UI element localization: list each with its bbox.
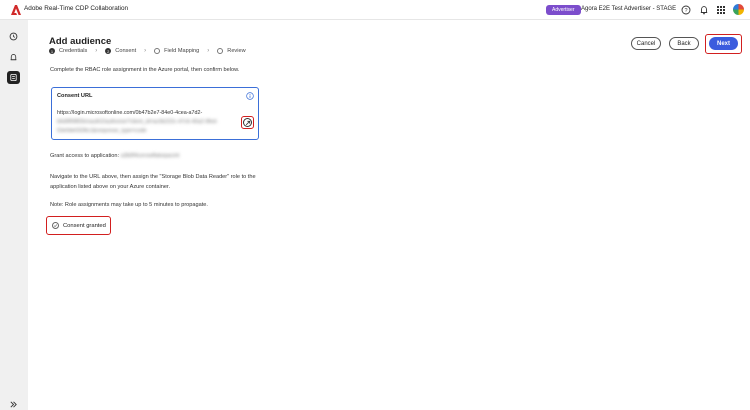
step-number: 2 [105, 48, 112, 54]
step-credentials[interactable]: 1 Credentials [49, 48, 87, 54]
advertiser-name[interactable]: Agora E2E Test Advertiser - STAGE [581, 6, 676, 12]
history-icon[interactable] [7, 30, 20, 43]
step-circle [154, 48, 161, 54]
chevron-right-icon: › [144, 48, 147, 54]
step-label: Consent [115, 48, 137, 54]
consent-url-text-blurred: 53e0de0328c1&response_type=code [57, 128, 147, 134]
left-rail [0, 20, 28, 410]
svg-text:?: ? [684, 8, 687, 14]
page-title: Add audience [49, 36, 112, 47]
chevron-right-icon: › [207, 48, 210, 54]
step-consent[interactable]: 2 Consent [105, 48, 136, 54]
grant-access-label: Grant access to application: [50, 153, 120, 159]
consent-granted-label: Consent granted [63, 222, 106, 229]
open-link-button[interactable] [241, 116, 254, 129]
expand-icon[interactable] [7, 398, 20, 410]
step-number: 1 [49, 48, 55, 54]
cancel-button[interactable]: Cancel [631, 37, 661, 50]
adobe-logo-icon[interactable] [10, 4, 22, 16]
navigate-text-line: application listed above on your Azure c… [50, 184, 171, 190]
step-indicator: 1 Credentials › 2 Consent › Field Mappin… [49, 48, 246, 54]
navigate-instructions: Navigate to the URL above, then assign t… [50, 172, 256, 192]
step-label: Review [227, 48, 246, 54]
step-label: Credentials [59, 48, 88, 54]
grant-access-row: Grant access to application: a3b9f4cerow… [50, 153, 179, 159]
note-text: Note: Role assignments may take up to 5 … [50, 202, 208, 208]
advertiser-badge: Advertiser [546, 5, 581, 15]
info-icon[interactable] [246, 92, 254, 100]
open-link-icon [243, 118, 252, 127]
next-button[interactable]: Next [709, 37, 738, 50]
notifications-icon[interactable] [7, 51, 20, 64]
consent-url-label: Consent URL [57, 93, 93, 99]
user-avatar[interactable] [733, 4, 744, 15]
navigate-text-line: Navigate to the URL above, then assign t… [50, 174, 256, 180]
step-label: Field Mapping [164, 48, 200, 54]
app-title: Adobe Real-Time CDP Collaboration [24, 5, 129, 12]
step-circle [217, 48, 224, 54]
consent-granted-checkbox[interactable]: Consent granted [46, 216, 111, 235]
instruction-text: Complete the RBAC role assignment in the… [50, 67, 240, 73]
apps-grid-icon[interactable] [716, 5, 726, 15]
data-sources-icon[interactable] [7, 71, 20, 84]
consent-url-text[interactable]: https://login.microsoftonline.com/0b47b2… [57, 110, 202, 116]
help-icon[interactable]: ? [681, 5, 691, 15]
main-content: Add audience 1 Credentials › 2 Consent ›… [28, 20, 750, 410]
top-bar: Adobe Real-Time CDP Collaboration Advert… [0, 0, 750, 20]
consent-url-card: Consent URL https://login.microsoftonlin… [51, 87, 259, 140]
checkbox-icon [52, 222, 59, 229]
step-field-mapping[interactable]: Field Mapping [154, 48, 199, 54]
consent-url-text-blurred: b6d9f5f8f2b/oauth2/authorize?client_id=a… [57, 119, 218, 125]
grant-access-app-name: a3b9f4cerowflakepacint [120, 153, 180, 159]
bell-icon[interactable] [699, 5, 709, 15]
step-review[interactable]: Review [217, 48, 246, 54]
chevron-right-icon: › [95, 48, 98, 54]
back-button[interactable]: Back [669, 37, 699, 50]
